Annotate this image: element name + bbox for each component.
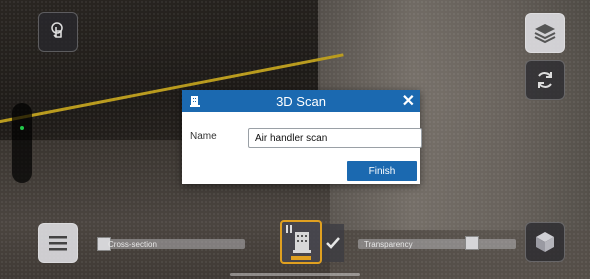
touch-gesture-icon — [51, 22, 63, 38]
close-icon[interactable]: ✕ — [402, 91, 415, 111]
name-input[interactable] — [248, 128, 422, 148]
transparency-label: Transparency — [364, 240, 413, 249]
status-dot — [20, 126, 24, 130]
dialog-title: 3D Scan — [276, 93, 326, 109]
ar-viewport[interactable]: 3D Scan ✕ Name Finish Cross-section — [0, 0, 590, 279]
scan-toggle-button[interactable] — [280, 220, 322, 264]
dialog-header: 3D Scan ✕ — [182, 90, 420, 112]
scan-building-icon — [188, 94, 202, 113]
cube-view-icon — [536, 232, 554, 252]
checkmark-icon — [326, 237, 340, 249]
touch-gesture-button[interactable] — [38, 12, 78, 52]
layers-button[interactable] — [525, 13, 565, 53]
home-indicator — [230, 273, 360, 276]
cross-section-label: Cross-section — [108, 240, 157, 249]
hamburger-menu-icon — [49, 236, 67, 251]
cube-view-button[interactable] — [525, 222, 565, 262]
side-status-pill[interactable] — [12, 103, 32, 183]
scan-building-icon — [286, 225, 311, 260]
refresh-icon — [538, 72, 552, 88]
confirm-scan-button[interactable] — [322, 224, 344, 262]
finish-button[interactable]: Finish — [347, 161, 417, 181]
refresh-button[interactable] — [525, 60, 565, 100]
transparency-slider-thumb[interactable] — [464, 236, 479, 250]
name-label: Name — [190, 131, 217, 142]
name-row: Name — [190, 128, 422, 148]
scan-dialog: 3D Scan ✕ Name Finish — [182, 90, 422, 184]
layers-icon — [534, 24, 556, 44]
menu-button[interactable] — [38, 223, 78, 263]
